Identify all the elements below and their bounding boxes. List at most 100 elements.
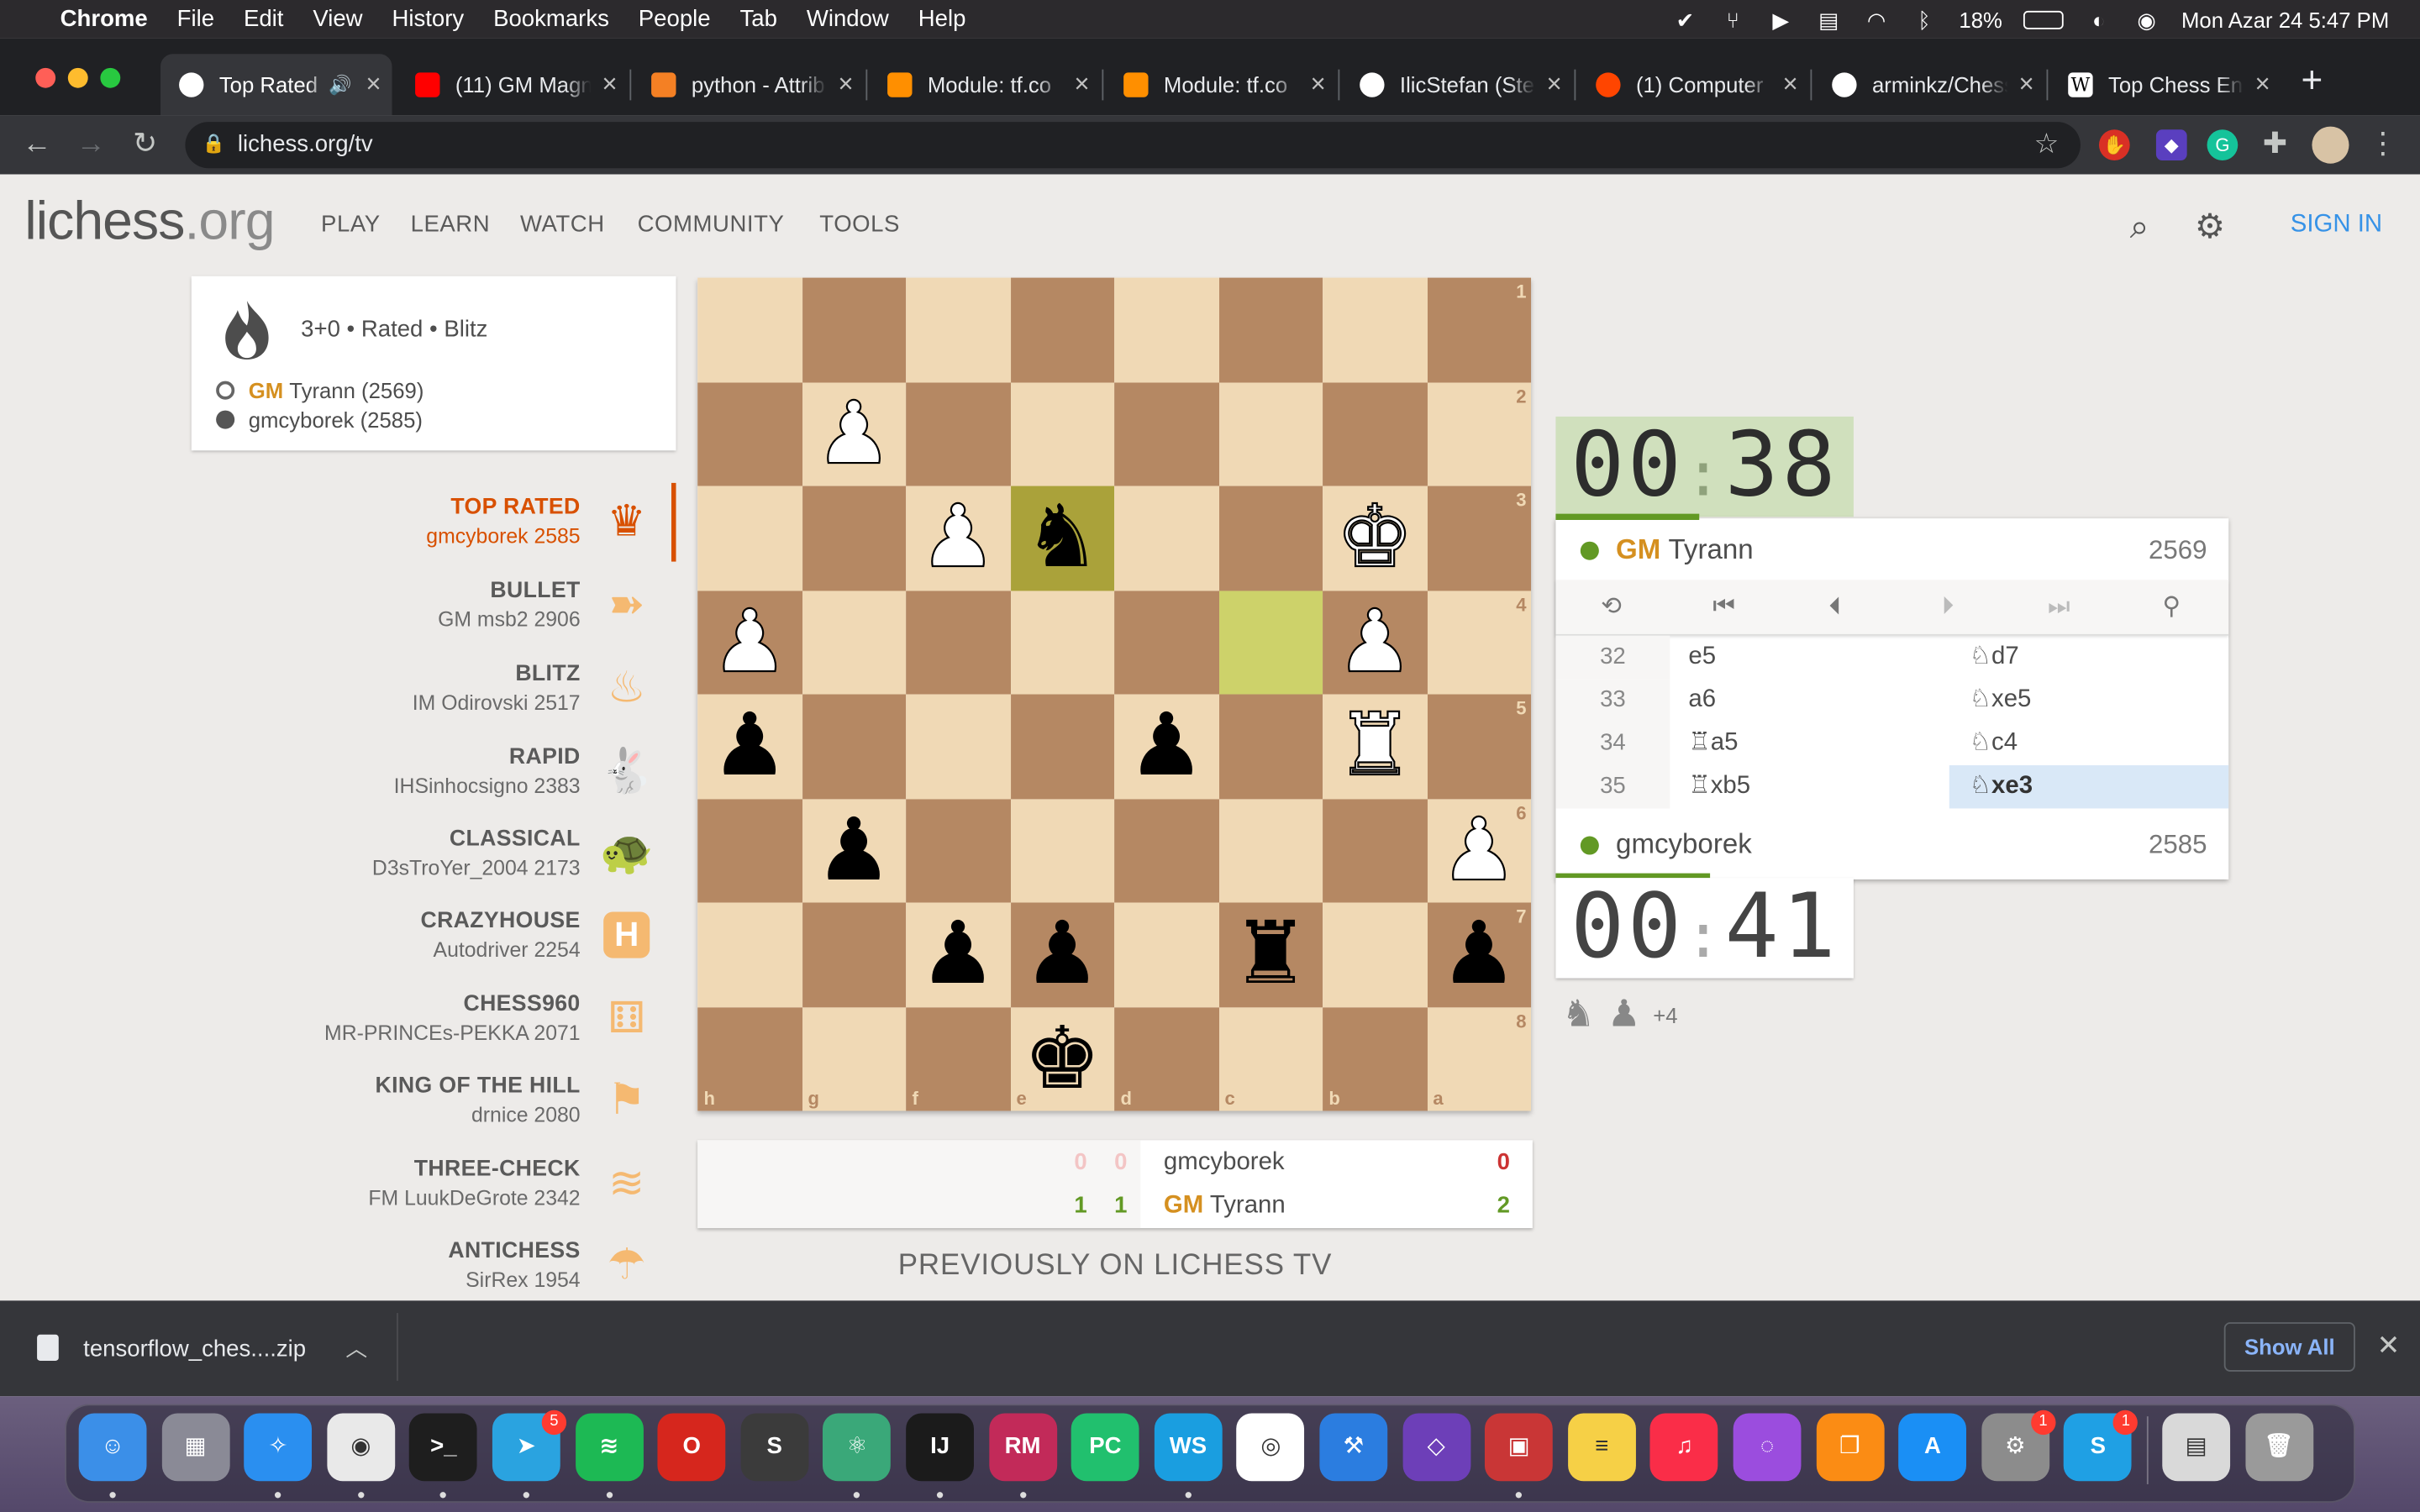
close-icon[interactable]: × [355,70,392,101]
dock-terminal-icon[interactable]: >_ [409,1413,478,1482]
show-all-button[interactable]: Show All [2223,1322,2355,1372]
square-g1[interactable] [802,277,907,382]
channel-bullet[interactable]: BULLET GM msb2 2906 [232,579,581,631]
menu-help[interactable]: Help [918,6,966,32]
dock-visual-studio-icon[interactable]: ◇ [1402,1413,1470,1482]
tab-stackoverflow[interactable]: python - Attrib × [633,54,865,115]
square-c3[interactable] [1218,486,1323,591]
square-d1[interactable] [1114,277,1219,382]
square-c7[interactable]: ♜ [1218,902,1323,1007]
first-move-icon[interactable]: ⏮ [1708,592,1739,623]
black-pawn-piece[interactable]: ♟ [919,903,997,1006]
extension-purple-icon[interactable]: ◆ [2155,129,2187,161]
white-pawn-piece[interactable]: ♟ [1335,591,1414,694]
white-rook-piece[interactable]: ♜ [1335,695,1414,798]
forward-arrow-icon[interactable]: → [74,128,108,161]
dock-sublime-text-icon[interactable]: S [740,1413,809,1482]
square-a1[interactable]: 1 [1427,277,1532,382]
menu-tab[interactable]: Tab [740,6,777,32]
dock-trash-icon[interactable]: 🗑 [2244,1413,2313,1482]
square-h5[interactable]: ♟ [697,694,802,799]
square-f1[interactable] [906,277,1011,382]
square-e6[interactable] [1010,798,1115,903]
close-icon[interactable]: × [1300,70,1337,101]
search-icon[interactable]: ⌕ [2130,207,2149,247]
crosstable-score[interactable]: 1 [1114,1193,1127,1219]
square-a3[interactable]: 3 [1427,486,1532,591]
channel-rapid[interactable]: RAPID IHSinhocsigno 2383 [232,745,581,797]
dock-app-store-icon[interactable]: A [1898,1413,1967,1482]
square-h7[interactable] [697,902,802,1007]
dock-pycharm-icon[interactable]: PC [1071,1413,1139,1482]
square-g3[interactable] [802,486,907,591]
dock-documents-icon[interactable]: ▤ [2162,1413,2231,1482]
dock-parallels-icon[interactable]: ▣ [1485,1413,1554,1482]
dock-spotify-icon[interactable]: ≋ [575,1413,644,1482]
square-d3[interactable] [1114,486,1219,591]
square-d8[interactable]: d [1114,1006,1219,1111]
white-pawn-piece[interactable]: ♟ [814,382,893,486]
square-f7[interactable]: ♟ [906,902,1011,1007]
square-c2[interactable] [1218,381,1323,486]
back-arrow-icon[interactable]: ← [20,128,54,161]
black-pawn-piece[interactable]: ♟ [815,799,892,902]
flip-board-icon[interactable]: ⟲ [1596,592,1627,623]
new-tab-button[interactable]: + [2296,61,2328,104]
square-f6[interactable] [906,798,1011,903]
star-icon[interactable]: ☆ [2029,127,2063,160]
square-h3[interactable] [697,486,802,591]
black-move[interactable]: ♘c4 [1949,722,2228,765]
close-icon[interactable]: × [591,70,628,101]
white-king-piece[interactable]: ♚ [1335,486,1414,590]
nav-play[interactable]: PLAY [321,212,381,238]
bottom-player[interactable]: gmcyborek [1580,828,1752,861]
channel-antichess[interactable]: ANTICHESS SirRex 1954 [232,1239,580,1291]
close-icon[interactable]: × [827,70,864,101]
square-b7[interactable] [1323,902,1428,1007]
square-b8[interactable]: b [1323,1006,1428,1111]
channel-top-rated[interactable]: TOP RATED gmcyborek 2585 [232,496,580,548]
crosstable-player[interactable]: GM Tyrann [1164,1193,1286,1221]
square-f3[interactable]: ♟ [906,486,1011,591]
square-b4[interactable]: ♟ [1323,590,1428,695]
black-rook-piece[interactable]: ♜ [1232,903,1309,1006]
dock-intellij-idea-icon[interactable]: IJ [906,1413,974,1482]
lichess-logo[interactable]: lichess.org [24,192,275,253]
dock-opera-icon[interactable]: O [657,1413,726,1482]
square-f8[interactable]: f [906,1006,1011,1111]
close-icon[interactable]: × [2008,70,2045,101]
square-a2[interactable]: 2 [1427,381,1532,486]
square-e7[interactable]: ♟ [1010,902,1115,1007]
square-e1[interactable] [1010,277,1115,382]
close-icon[interactable]: × [1536,70,1573,101]
black-player-row[interactable]: gmcyborek (2585) [216,407,423,432]
white-move[interactable]: e5 [1688,636,1716,679]
square-a4[interactable]: 4 [1427,590,1532,695]
white-player-row[interactable]: GM Tyrann (2569) [216,378,424,402]
nav-tools[interactable]: TOOLS [819,212,900,238]
menu-file[interactable]: File [177,6,214,32]
dock-safari-icon[interactable]: ✧ [244,1413,313,1482]
close-icon[interactable]: ✕ [2377,1330,2401,1362]
dock-anaconda-icon[interactable]: ◎ [1236,1413,1305,1482]
tab-github-arminkz[interactable]: arminkz/Chess × [1813,54,2045,115]
square-g6[interactable]: ♟ [802,798,907,903]
black-move[interactable]: ♘d7 [1949,636,2228,679]
puzzle-icon[interactable]: ✚ [2258,128,2291,161]
square-g5[interactable] [802,694,907,799]
prev-move-icon[interactable]: ⏴ [1820,592,1851,623]
square-g4[interactable] [802,590,907,695]
memory-icon[interactable]: ▤ [1816,8,1842,30]
tab-top-rated[interactable]: Top Rated 🔊 × [160,54,392,116]
siri-icon[interactable]: ◉ [2133,8,2160,30]
black-knight-piece[interactable]: ♞ [1023,486,1101,590]
square-a8[interactable]: 8a [1427,1006,1532,1111]
avatar[interactable] [2312,126,2349,164]
wifi-icon[interactable]: ◠ [1864,8,1890,30]
bluetooth-icon[interactable]: ᛒ [1911,8,1937,30]
channel-three-check[interactable]: THREE-CHECK FM LuukDeGrote 2342 [232,1158,580,1210]
shield-check-icon[interactable]: ✔ [1672,8,1698,30]
dock-finder-icon[interactable]: ☺ [78,1413,147,1482]
menu-people[interactable]: People [639,6,711,32]
close-icon[interactable]: × [1064,70,1101,101]
